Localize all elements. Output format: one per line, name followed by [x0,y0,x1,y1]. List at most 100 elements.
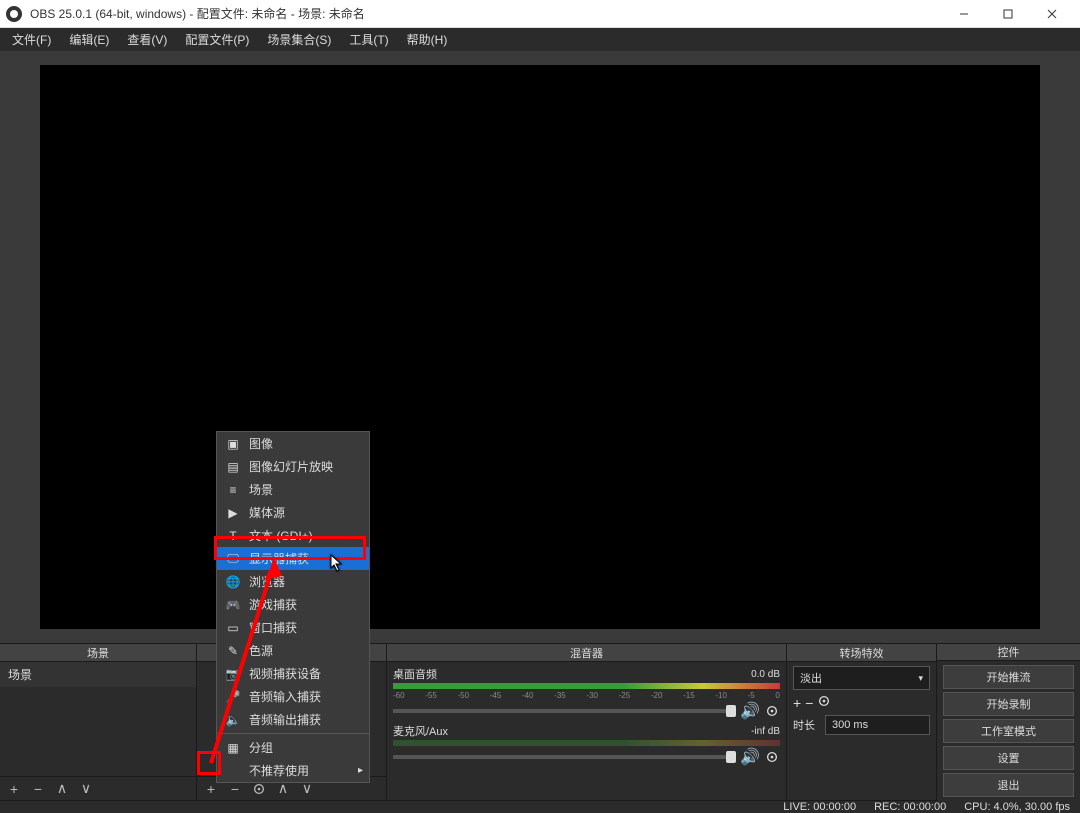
exit-button[interactable]: 退出 [943,773,1074,797]
status-rec: REC: 00:00:00 [874,801,946,813]
gamepad-icon: 🎮 [225,597,241,613]
statusbar: LIVE: 00:00:00 REC: 00:00:00 CPU: 4.0%, … [0,800,1080,813]
gear-icon[interactable] [764,703,780,719]
image-icon: ▣ [225,436,241,452]
add-source-context-menu: ▣图像 ▤图像幻灯片放映 ≡场景 ▶媒体源 T文本 (GDI+) 🖵显示器捕获 … [216,431,370,783]
scene-down-button[interactable]: ∨ [76,780,96,798]
preview-canvas[interactable] [40,65,1040,629]
ctx-item-display-capture[interactable]: 🖵显示器捕获 [217,547,369,570]
mixer-meter [393,740,780,746]
preview-area [0,51,1080,643]
mixer-meter [393,683,780,689]
transition-duration-input[interactable]: 300 ms [825,715,930,735]
transition-header: 转场特效 [787,644,936,662]
minimize-button[interactable] [942,0,986,27]
ctx-item-game-capture[interactable]: 🎮游戏捕获 [217,593,369,616]
mixer-dock: 混音器 桌面音频 0.0 dB -60-55-50-45-40-35-30-25… [387,644,787,800]
ctx-item-media[interactable]: ▶媒体源 [217,501,369,524]
transition-dock: 转场特效 淡出 ▾ + − 时长 300 ms [787,644,937,800]
ctx-item-group[interactable]: ▦分组 [217,736,369,759]
controls-body: 开始推流 开始录制 工作室模式 设置 退出 [937,661,1080,801]
mixer-channel-desktop: 桌面音频 0.0 dB -60-55-50-45-40-35-30-25-20-… [393,666,780,719]
remove-scene-button[interactable]: − [28,780,48,798]
mixer-channel-db: -inf dB [751,726,780,737]
ctx-item-deprecated[interactable]: 不推荐使用▸ [217,759,369,782]
list-icon: ≡ [225,482,241,498]
menu-view[interactable]: 查看(V) [119,28,175,51]
camera-icon: 📷 [225,666,241,682]
status-live: LIVE: 00:00:00 [783,801,856,813]
menu-file[interactable]: 文件(F) [4,28,59,51]
mixer-ticks: -60-55-50-45-40-35-30-25-20-15-10-50 [393,691,780,700]
controls-header: 控件 [937,644,1080,661]
app-icon [6,6,22,22]
menu-scene-collection[interactable]: 场景集合(S) [259,28,339,51]
studio-mode-button[interactable]: 工作室模式 [943,719,1074,743]
transition-duration-label: 时长 [793,717,821,733]
status-cpu: CPU: 4.0%, 30.00 fps [964,801,1070,813]
transition-selected-label: 淡出 [800,670,822,686]
settings-button[interactable]: 设置 [943,746,1074,770]
window-title: OBS 25.0.1 (64-bit, windows) - 配置文件: 未命名… [30,5,942,22]
ctx-separator [217,733,369,734]
transition-select[interactable]: 淡出 ▾ [793,666,930,690]
mixer-body: 桌面音频 0.0 dB -60-55-50-45-40-35-30-25-20-… [387,662,786,800]
menu-edit[interactable]: 编辑(E) [61,28,117,51]
ctx-item-audio-output[interactable]: 🔈音频输出捕获 [217,708,369,731]
scenes-list[interactable]: 场景 [0,662,196,776]
start-streaming-button[interactable]: 开始推流 [943,665,1074,689]
mixer-volume-slider[interactable] [393,755,736,759]
chevron-right-icon: ▸ [358,765,363,776]
gear-icon[interactable] [764,749,780,765]
speaker-icon[interactable]: 🔊 [742,749,758,765]
play-icon: ▶ [225,505,241,521]
scene-item[interactable]: 场景 [0,662,196,687]
monitor-icon: 🖵 [225,551,241,567]
speaker-icon[interactable]: 🔊 [742,703,758,719]
window-icon: ▭ [225,620,241,636]
menu-tools[interactable]: 工具(T) [341,28,396,51]
slideshow-icon: ▤ [225,459,241,475]
ctx-item-text[interactable]: T文本 (GDI+) [217,524,369,547]
globe-icon: 🌐 [225,574,241,590]
text-icon: T [225,528,241,544]
transition-body: 淡出 ▾ + − 时长 300 ms [787,662,936,800]
brush-icon: ✎ [225,643,241,659]
ctx-item-scene[interactable]: ≡场景 [217,478,369,501]
transition-add-button[interactable]: + [793,695,801,711]
chevron-down-icon: ▾ [918,673,923,684]
menu-help[interactable]: 帮助(H) [399,28,456,51]
ctx-item-image[interactable]: ▣图像 [217,432,369,455]
scenes-dock: 场景 场景 + − ∧ ∨ [0,644,197,800]
close-button[interactable] [1030,0,1074,27]
ctx-item-slideshow[interactable]: ▤图像幻灯片放映 [217,455,369,478]
transition-settings-button[interactable] [817,694,831,711]
mixer-channel-mic: 麦克风/Aux -inf dB 🔊 [393,723,780,765]
speaker-out-icon: 🔈 [225,712,241,728]
mic-icon: 🎤 [225,689,241,705]
window-controls [942,0,1074,27]
window-titlebar: OBS 25.0.1 (64-bit, windows) - 配置文件: 未命名… [0,0,1080,28]
start-recording-button[interactable]: 开始录制 [943,692,1074,716]
docks-row: 场景 场景 + − ∧ ∨ 来源 + − ∧ ∨ [0,643,1080,800]
mixer-volume-slider[interactable] [393,709,736,713]
menubar: 文件(F) 编辑(E) 查看(V) 配置文件(P) 场景集合(S) 工具(T) … [0,28,1080,51]
scene-up-button[interactable]: ∧ [52,780,72,798]
group-icon: ▦ [225,740,241,756]
transition-remove-button[interactable]: − [805,695,813,711]
ctx-item-video-capture[interactable]: 📷视频捕获设备 [217,662,369,685]
scenes-header: 场景 [0,644,196,662]
maximize-button[interactable] [986,0,1030,27]
mixer-channel-name: 桌面音频 [393,666,437,682]
controls-dock: 控件 开始推流 开始录制 工作室模式 设置 退出 [937,644,1080,800]
mixer-channel-db: 0.0 dB [751,669,780,680]
mixer-channel-name: 麦克风/Aux [393,723,448,739]
none-icon [225,763,241,779]
ctx-item-audio-input[interactable]: 🎤音频输入捕获 [217,685,369,708]
add-scene-button[interactable]: + [4,780,24,798]
mixer-header: 混音器 [387,644,786,662]
ctx-item-browser[interactable]: 🌐浏览器 [217,570,369,593]
ctx-item-window-capture[interactable]: ▭窗口捕获 [217,616,369,639]
menu-profile[interactable]: 配置文件(P) [177,28,257,51]
ctx-item-color-source[interactable]: ✎色源 [217,639,369,662]
